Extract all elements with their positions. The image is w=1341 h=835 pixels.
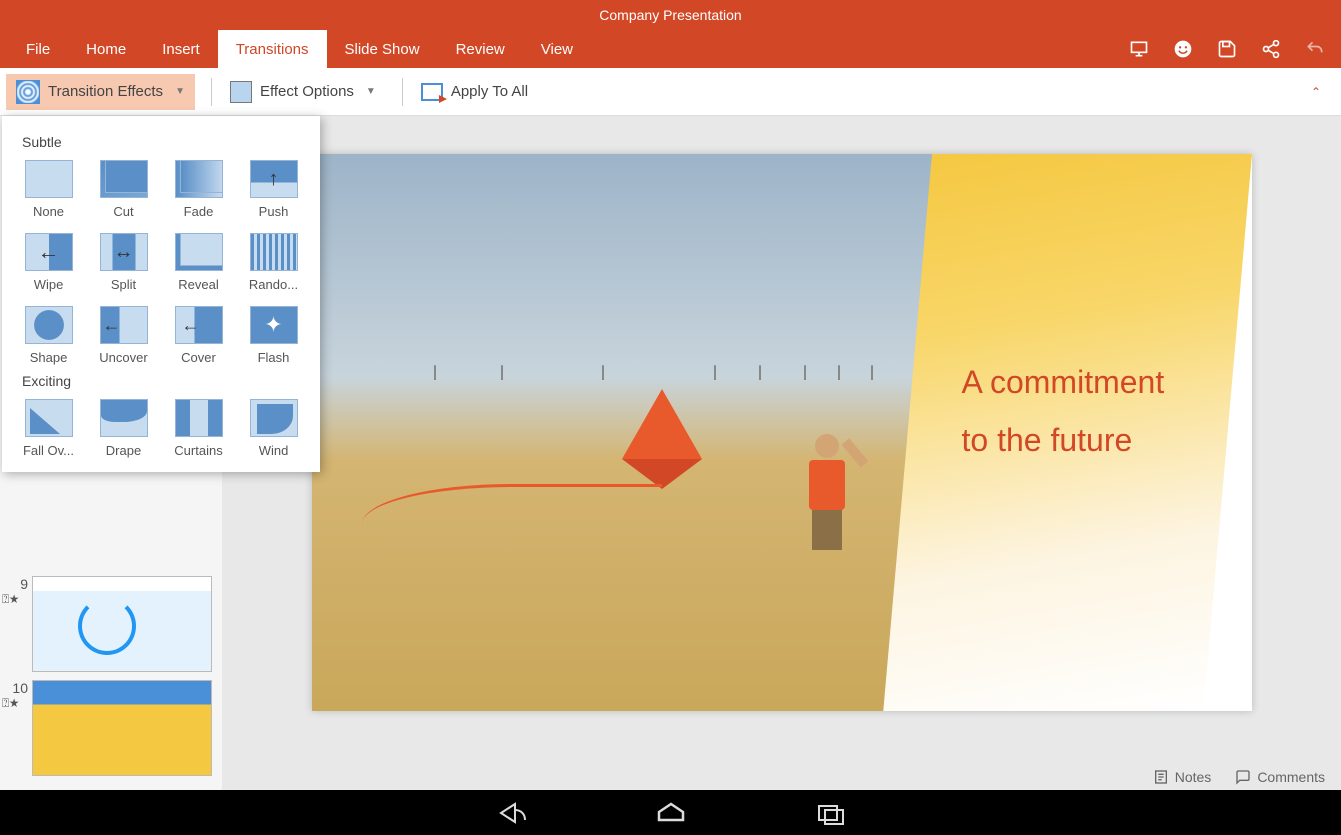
transition-reveal[interactable]: Reveal bbox=[166, 233, 231, 292]
comments-button[interactable]: Comments bbox=[1235, 769, 1325, 785]
transition-push[interactable]: Push bbox=[241, 160, 306, 219]
transition-shape[interactable]: Shape bbox=[16, 306, 81, 365]
transition-wind[interactable]: Wind bbox=[241, 399, 306, 458]
apply-all-icon bbox=[421, 83, 443, 101]
transitions-toolbar: Transition Effects ▼ Effect Options ▼ Ap… bbox=[0, 68, 1341, 116]
tab-slideshow[interactable]: Slide Show bbox=[327, 30, 438, 68]
slide[interactable]: A commitment to the future bbox=[312, 154, 1252, 711]
divider bbox=[211, 78, 212, 106]
thumb-number: 9 bbox=[2, 576, 32, 592]
notes-label: Notes bbox=[1175, 769, 1212, 785]
android-nav-bar bbox=[0, 790, 1341, 835]
transition-wipe[interactable]: Wipe bbox=[16, 233, 81, 292]
thumb-row-10[interactable]: 10 ⍰★ bbox=[0, 676, 222, 780]
kite-graphic bbox=[622, 389, 702, 489]
effect-options-button[interactable]: Effect Options ▼ bbox=[220, 75, 386, 109]
transition-fallover[interactable]: Fall Ov... bbox=[16, 399, 81, 458]
slide-thumbnail[interactable] bbox=[32, 680, 212, 776]
slide-title-text[interactable]: A commitment to the future bbox=[962, 354, 1222, 469]
undo-icon[interactable] bbox=[1305, 39, 1325, 59]
transition-effects-label: Transition Effects bbox=[48, 83, 163, 100]
transition-curtains[interactable]: Curtains bbox=[166, 399, 231, 458]
thumb-row-9[interactable]: 9 ⍰★ bbox=[0, 572, 222, 676]
slide-text-line1: A commitment bbox=[962, 364, 1165, 400]
chevron-down-icon: ▼ bbox=[366, 86, 376, 97]
title-bar: Company Presentation bbox=[0, 0, 1341, 30]
collapse-ribbon-icon[interactable]: ⌃ bbox=[1297, 77, 1335, 107]
notes-icon bbox=[1153, 769, 1169, 785]
effect-options-icon bbox=[230, 81, 252, 103]
transition-none[interactable]: None bbox=[16, 160, 81, 219]
animation-star-icon: ⍰★ bbox=[2, 696, 32, 711]
transition-cover[interactable]: Cover bbox=[166, 306, 231, 365]
comments-icon bbox=[1235, 769, 1251, 785]
tab-home[interactable]: Home bbox=[68, 30, 144, 68]
ribbon-tabs: File Home Insert Transitions Slide Show … bbox=[0, 30, 1341, 68]
document-title: Company Presentation bbox=[599, 7, 741, 23]
transition-drape[interactable]: Drape bbox=[91, 399, 156, 458]
android-recent-icon[interactable] bbox=[811, 798, 851, 828]
chevron-down-icon: ▼ bbox=[175, 86, 185, 97]
comments-label: Comments bbox=[1257, 769, 1325, 785]
transition-cut[interactable]: Cut bbox=[91, 160, 156, 219]
transition-effects-icon bbox=[16, 80, 40, 104]
animation-star-icon: ⍰★ bbox=[2, 592, 32, 607]
present-icon[interactable] bbox=[1129, 39, 1149, 59]
save-icon[interactable] bbox=[1217, 39, 1237, 59]
emoji-icon[interactable] bbox=[1173, 39, 1193, 59]
transition-fade[interactable]: Fade bbox=[166, 160, 231, 219]
effect-options-label: Effect Options bbox=[260, 83, 354, 100]
transition-flash[interactable]: Flash bbox=[241, 306, 306, 365]
tab-insert[interactable]: Insert bbox=[144, 30, 218, 68]
tab-review[interactable]: Review bbox=[438, 30, 523, 68]
divider bbox=[402, 78, 403, 106]
tab-file[interactable]: File bbox=[8, 30, 68, 68]
transition-effects-button[interactable]: Transition Effects ▼ bbox=[6, 74, 195, 110]
transition-uncover[interactable]: Uncover bbox=[91, 306, 156, 365]
tab-transitions[interactable]: Transitions bbox=[218, 30, 327, 68]
notes-button[interactable]: Notes bbox=[1153, 769, 1212, 785]
dropdown-section-subtle: Subtle bbox=[22, 134, 306, 150]
child-graphic bbox=[802, 434, 852, 554]
apply-all-label: Apply To All bbox=[451, 83, 528, 100]
slide-text-line2: to the future bbox=[962, 422, 1133, 458]
apply-to-all-button[interactable]: Apply To All bbox=[411, 77, 538, 107]
transition-effects-dropdown: Subtle None Cut Fade Push Wipe Split Rev… bbox=[2, 116, 320, 472]
thumb-number: 10 bbox=[2, 680, 32, 696]
tab-view[interactable]: View bbox=[523, 30, 591, 68]
android-back-icon[interactable] bbox=[491, 798, 531, 828]
transition-split[interactable]: Split bbox=[91, 233, 156, 292]
share-icon[interactable] bbox=[1261, 39, 1281, 59]
android-home-icon[interactable] bbox=[651, 798, 691, 828]
transition-random[interactable]: Rando... bbox=[241, 233, 306, 292]
slide-canvas-area: A commitment to the future bbox=[222, 116, 1341, 790]
slide-photo bbox=[312, 154, 972, 711]
slide-thumbnail[interactable] bbox=[32, 576, 212, 672]
dropdown-section-exciting: Exciting bbox=[22, 373, 306, 389]
